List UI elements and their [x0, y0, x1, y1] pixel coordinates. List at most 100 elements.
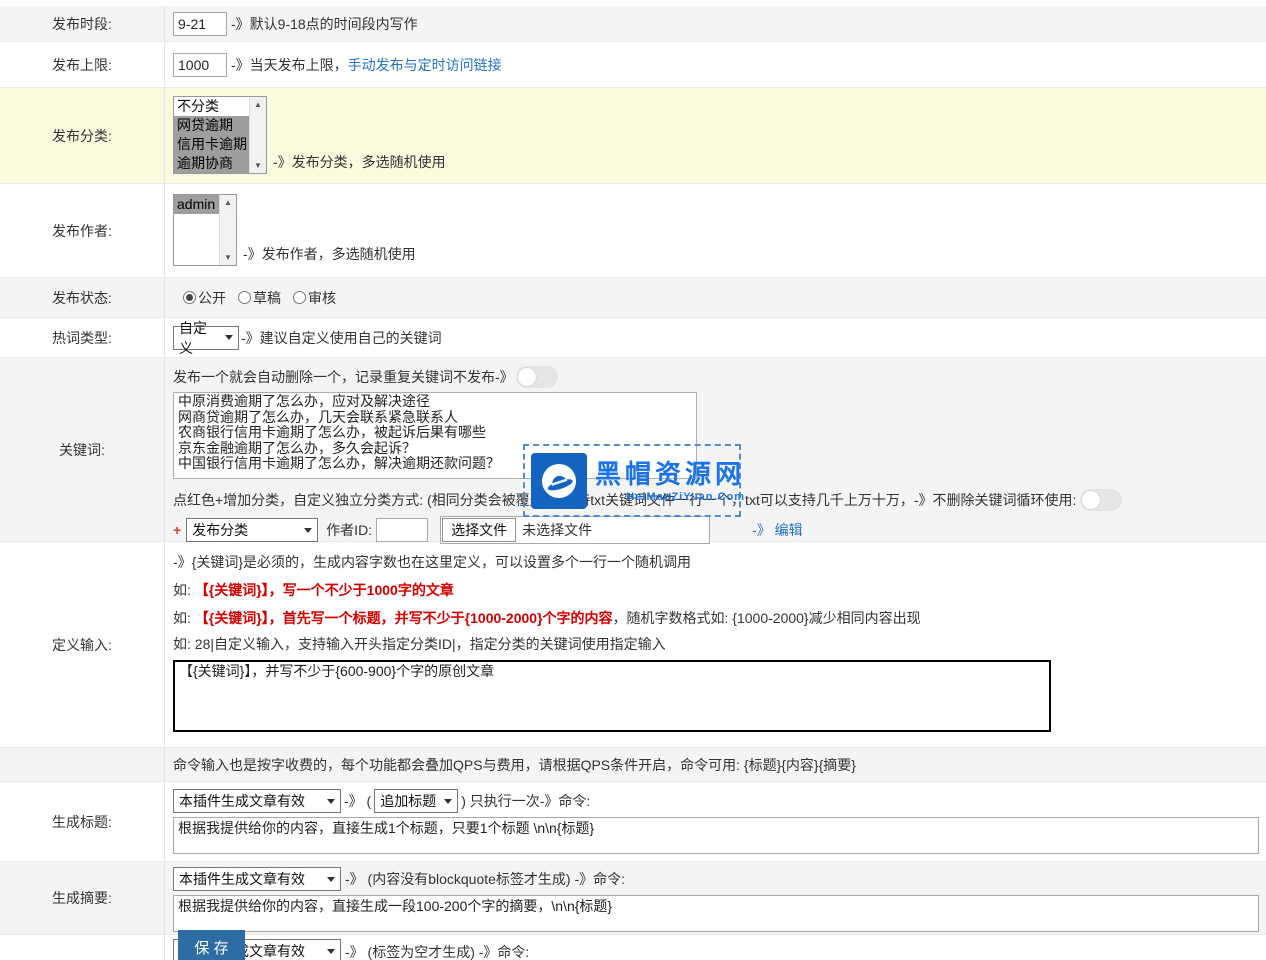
chevron-down-icon [327, 799, 335, 804]
row-publish-author: 发布作者: admin ▲ ▼ -》发布作者，多选随机使用 [0, 184, 1266, 278]
keywords-textarea[interactable]: 中原消费逾期了怎么办，应对及解决途径 网商贷逾期了怎么办，几天会联系紧急联系人 … [173, 392, 697, 479]
define-input-textarea[interactable]: 【{关键词}】，并写不少于{600-900}个字的原创文章 [173, 660, 1051, 732]
example-prefix: 如: [173, 610, 195, 626]
edit-link[interactable]: -》 编辑 [752, 520, 803, 540]
publish-time-input[interactable] [173, 12, 227, 36]
hotword-type-desc: -》建议自定义使用自己的关键词 [241, 328, 442, 348]
delete-keyword-toggle[interactable] [516, 366, 558, 388]
row-gen-title: 生成标题: 本插件生成文章有效 -》 ( 追加标题 ) 只执行一次-》命令: 根… [0, 782, 1266, 862]
author-option[interactable]: admin [174, 195, 219, 214]
gen-title-scope-select[interactable]: 本插件生成文章有效 [173, 789, 341, 813]
publish-category-desc: -》发布分类，多选随机使用 [273, 152, 446, 172]
keywords-label: 关键词: [0, 358, 165, 541]
category-option[interactable]: 逾期协商 [174, 154, 249, 173]
chevron-down-icon [304, 528, 312, 533]
select-value: 自定义 [179, 318, 217, 358]
manual-publish-link[interactable]: 手动发布与定时访问链接 [348, 55, 502, 75]
radio-label: 草稿 [253, 288, 281, 308]
radio-label: 公开 [198, 288, 226, 308]
row-gen-summary: 生成摘要: 本插件生成文章有效 -》 (内容没有blockquote标签才生成)… [0, 862, 1266, 935]
hotword-type-select[interactable]: 自定义 [173, 326, 239, 350]
row-publish-limit: 发布上限: -》当天发布上限， 手动发布与定时访问链接 [0, 42, 1266, 88]
keywords-toggle1-text: 发布一个就会自动删除一个，记录重复关键词不发布-》 [173, 367, 514, 387]
example-red-text: 【{关键词}】，首先写一个标题，并写不少于{1000-2000}个字的内容 [195, 610, 613, 626]
hotword-type-label: 热词类型: [0, 318, 165, 357]
save-button[interactable]: 保 存 [178, 930, 245, 960]
category-option[interactable]: 不分类 [174, 97, 249, 116]
example-red-text: 【{关键词}】，写一个不少于1000字的文章 [195, 582, 454, 598]
keyword-loop-toggle[interactable] [1080, 489, 1122, 511]
toggle-knob-icon [517, 367, 537, 387]
keywords-note: 点红色+增加分类，自定义独立分类方式: (相同分类会被覆盖)，支持txt关键词文… [173, 490, 1076, 510]
select-value: 本插件生成文章有效 [179, 791, 305, 811]
chevron-down-icon [444, 799, 452, 804]
example-text: 28|自定义输入，支持输入开头指定分类ID|，指定分类的关键词使用指定输入 [195, 636, 666, 652]
gen-summary-mid: -》 (内容没有blockquote标签才生成) -》命令: [345, 869, 625, 889]
choose-file-button[interactable]: 选择文件 [442, 518, 516, 542]
scroll-down-icon[interactable]: ▼ [250, 158, 266, 173]
gen-title-label: 生成标题: [0, 782, 165, 861]
publish-status-label: 发布状态: [0, 278, 165, 317]
settings-form: 发布时段: -》默认9-18点的时间段内写作 发布上限: -》当天发布上限， 手… [0, 6, 1266, 960]
row-keywords: 关键词: 发布一个就会自动删除一个，记录重复关键词不发布-》 中原消费逾期了怎么… [0, 358, 1266, 542]
row-publish-status: 发布状态: 公开 草稿 审核 [0, 278, 1266, 318]
radio-icon [183, 291, 196, 304]
gen-title-mid1: -》 ( [344, 791, 371, 811]
add-category-button[interactable]: + [173, 522, 181, 538]
scroll-down-icon[interactable]: ▼ [220, 250, 236, 265]
scroll-up-icon[interactable]: ▲ [220, 195, 236, 210]
example-prefix: 如: [173, 582, 195, 598]
keyword-category-select[interactable]: 发布分类 [186, 518, 318, 542]
category-option[interactable]: 信用卡逾期 [174, 135, 249, 154]
chevron-down-icon [327, 877, 335, 882]
listbox-scrollbar[interactable]: ▲ ▼ [219, 195, 236, 265]
keyword-file-input[interactable]: 选择文件 未选择文件 [440, 516, 710, 544]
chevron-down-icon [327, 949, 335, 954]
row-define-input: 定义输入: -》{关键词}是必须的，生成内容字数也在这里定义，可以设置多个一行一… [0, 542, 1266, 748]
example-prefix: 如: [173, 636, 195, 652]
row-hotword-type: 热词类型: 自定义 -》建议自定义使用自己的关键词 [0, 318, 1266, 358]
publish-author-label: 发布作者: [0, 184, 165, 277]
author-id-input[interactable] [376, 518, 428, 542]
example-rest: ，随机字数格式如: {1000-2000}减少相同内容出现 [613, 610, 921, 626]
publish-limit-desc: -》当天发布上限， [231, 55, 348, 75]
status-radio-public[interactable]: 公开 [183, 288, 226, 308]
author-id-label: 作者ID: [326, 520, 372, 540]
gen-title-mode-select[interactable]: 追加标题 [374, 789, 458, 813]
radio-label: 审核 [308, 288, 336, 308]
status-radio-review[interactable]: 审核 [293, 288, 336, 308]
gen-title-command-textarea[interactable]: 根据我提供给你的内容，直接生成1个标题，只要1个标题 \n\n{标题} [173, 817, 1259, 854]
scroll-up-icon[interactable]: ▲ [250, 97, 266, 112]
file-status-text: 未选择文件 [522, 520, 592, 540]
define-input-label: 定义输入: [0, 542, 165, 747]
status-radio-draft[interactable]: 草稿 [238, 288, 281, 308]
gen-summary-command-textarea[interactable]: 根据我提供给你的内容，直接生成一段100-200个字的摘要，\n\n{标题} [173, 895, 1259, 932]
select-value: 本插件生成文章有效 [179, 869, 305, 889]
gen-summary-scope-select[interactable]: 本插件生成文章有效 [173, 867, 341, 891]
empty-label [0, 748, 165, 781]
publish-time-desc: -》默认9-18点的时间段内写作 [231, 14, 418, 34]
publish-author-desc: -》发布作者，多选随机使用 [243, 244, 416, 264]
radio-icon [293, 291, 306, 304]
listbox-scrollbar[interactable]: ▲ ▼ [249, 97, 266, 173]
gen-summary-label: 生成摘要: [0, 862, 165, 934]
gen-title-mid2: ) 只执行一次-》命令: [461, 791, 590, 811]
category-option[interactable]: 网贷逾期 [174, 116, 249, 135]
publish-category-listbox[interactable]: 不分类 网贷逾期 信用卡逾期 逾期协商 ▲ ▼ [173, 96, 267, 174]
gen-tag-mid: -》 (标签为空才生成) -》命令: [345, 939, 529, 960]
publish-limit-input[interactable] [173, 53, 227, 77]
publish-time-label: 发布时段: [0, 6, 165, 41]
row-command-note: 命令输入也是按字收费的，每个功能都会叠加QPS与费用，请根据QPS条件开启，命令… [0, 748, 1266, 782]
publish-category-label: 发布分类: [0, 88, 165, 183]
command-note-text: 命令输入也是按字收费的，每个功能都会叠加QPS与费用，请根据QPS条件开启，命令… [173, 755, 856, 775]
define-input-line1: -》{关键词}是必须的，生成内容字数也在这里定义，可以设置多个一行一个随机调用 [173, 552, 1266, 572]
select-value: 追加标题 [380, 791, 436, 811]
toggle-knob-icon [1081, 490, 1101, 510]
row-publish-time: 发布时段: -》默认9-18点的时间段内写作 [0, 6, 1266, 42]
radio-icon [238, 291, 251, 304]
empty-label [0, 935, 165, 960]
chevron-down-icon [225, 335, 233, 340]
publish-author-listbox[interactable]: admin ▲ ▼ [173, 194, 237, 266]
row-publish-category: 发布分类: 不分类 网贷逾期 信用卡逾期 逾期协商 ▲ ▼ [0, 88, 1266, 184]
select-value: 发布分类 [192, 520, 248, 540]
